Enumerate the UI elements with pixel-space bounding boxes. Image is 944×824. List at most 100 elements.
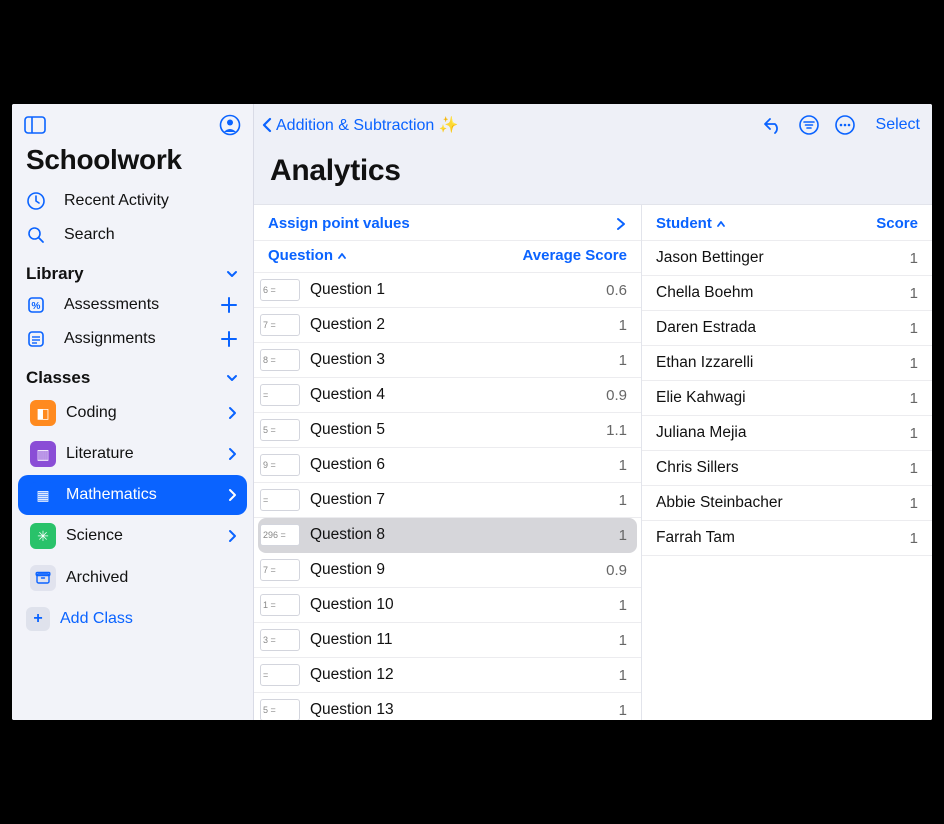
question-label: Question 9 bbox=[310, 561, 606, 579]
question-label: Question 7 bbox=[310, 491, 619, 509]
sidebar-item-label: Archived bbox=[66, 569, 128, 587]
add-icon[interactable] bbox=[219, 295, 239, 315]
back-button[interactable]: Addition & Subtraction ✨ bbox=[260, 115, 459, 135]
add-class-label: Add Class bbox=[60, 610, 133, 628]
question-score: 0.9 bbox=[606, 562, 627, 579]
class-label: Literature bbox=[66, 445, 134, 463]
sidebar-archived[interactable]: Archived bbox=[18, 558, 247, 598]
sidebar-item-label: Assessments bbox=[64, 296, 159, 314]
sidebar: Schoolwork Recent Activity Search Librar… bbox=[12, 104, 254, 720]
question-score: 1 bbox=[619, 702, 627, 719]
sidebar-class-item[interactable]: ▦Mathematics bbox=[18, 475, 247, 515]
student-name: Juliana Mejia bbox=[656, 424, 910, 442]
assign-point-values-button[interactable]: Assign point values bbox=[254, 205, 641, 241]
sidebar-section-library[interactable]: Library bbox=[12, 252, 253, 288]
question-row[interactable]: 3 = Question 111 bbox=[254, 623, 641, 658]
student-row[interactable]: Ethan Izzarelli1 bbox=[642, 346, 932, 381]
question-row[interactable]: 5 = Question 131 bbox=[254, 693, 641, 720]
question-row[interactable]: 7 = Question 90.9 bbox=[254, 553, 641, 588]
question-label: Question 12 bbox=[310, 666, 619, 684]
class-icon: ✳ bbox=[30, 523, 56, 549]
chevron-right-icon bbox=[615, 217, 627, 231]
add-class-button[interactable]: + Add Class bbox=[12, 599, 253, 639]
account-icon[interactable] bbox=[219, 114, 241, 136]
question-score: 1 bbox=[619, 317, 627, 334]
class-icon: ▥ bbox=[30, 441, 56, 467]
sidebar-section-classes[interactable]: Classes bbox=[12, 356, 253, 392]
student-row[interactable]: Chris Sillers1 bbox=[642, 451, 932, 486]
question-row[interactable]: 1 = Question 101 bbox=[254, 588, 641, 623]
student-row[interactable]: Chella Boehm1 bbox=[642, 276, 932, 311]
student-row[interactable]: Juliana Mejia1 bbox=[642, 416, 932, 451]
archived-icon bbox=[30, 565, 56, 591]
student-name: Daren Estrada bbox=[656, 319, 910, 337]
question-row[interactable]: 296 = Question 81 bbox=[258, 518, 637, 553]
question-row[interactable]: = Question 71 bbox=[254, 483, 641, 518]
student-score: 1 bbox=[910, 495, 918, 512]
question-thumbnail: 5 = bbox=[260, 699, 300, 720]
question-thumbnail: 9 = bbox=[260, 454, 300, 476]
question-thumbnail: 5 = bbox=[260, 419, 300, 441]
question-thumbnail: 3 = bbox=[260, 629, 300, 651]
sidebar-item-label: Recent Activity bbox=[64, 192, 169, 210]
question-row[interactable]: = Question 40.9 bbox=[254, 378, 641, 413]
question-thumbnail: = bbox=[260, 664, 300, 686]
assignments-icon bbox=[26, 329, 54, 349]
question-row[interactable]: 6 = Question 10.6 bbox=[254, 273, 641, 308]
students-header[interactable]: Student Score bbox=[642, 205, 932, 241]
student-row[interactable]: Abbie Steinbacher1 bbox=[642, 486, 932, 521]
student-score: 1 bbox=[910, 390, 918, 407]
questions-header[interactable]: Question Average Score bbox=[254, 241, 641, 273]
question-row[interactable]: 5 = Question 51.1 bbox=[254, 413, 641, 448]
sidebar-class-item[interactable]: ◧Coding bbox=[18, 393, 247, 433]
sidebar-library-assignments[interactable]: Assignments bbox=[12, 322, 253, 356]
svg-text:%: % bbox=[32, 301, 41, 312]
question-score: 1 bbox=[619, 352, 627, 369]
question-row[interactable]: 8 = Question 31 bbox=[254, 343, 641, 378]
select-button[interactable]: Select bbox=[876, 116, 920, 134]
sidebar-library-assessments[interactable]: % Assessments bbox=[12, 288, 253, 322]
undo-icon[interactable] bbox=[762, 115, 788, 135]
question-score: 1 bbox=[619, 457, 627, 474]
student-score: 1 bbox=[910, 250, 918, 267]
student-score: 1 bbox=[910, 355, 918, 372]
question-label: Question 1 bbox=[310, 281, 606, 299]
class-label: Science bbox=[66, 527, 123, 545]
chevron-left-icon bbox=[260, 116, 274, 134]
sidebar-recent-activity[interactable]: Recent Activity bbox=[12, 184, 253, 218]
question-row[interactable]: 7 = Question 21 bbox=[254, 308, 641, 343]
question-thumbnail: 1 = bbox=[260, 594, 300, 616]
question-label: Question 6 bbox=[310, 456, 619, 474]
question-score: 0.6 bbox=[606, 282, 627, 299]
question-label: Question 5 bbox=[310, 421, 606, 439]
question-row[interactable]: 9 = Question 61 bbox=[254, 448, 641, 483]
question-score: 1.1 bbox=[606, 422, 627, 439]
main-content: Addition & Subtraction ✨ Select Analytic… bbox=[254, 104, 932, 720]
questions-column: Assign point values Question Average Sco… bbox=[254, 205, 642, 720]
chevron-right-icon bbox=[227, 488, 237, 502]
question-label: Question 13 bbox=[310, 701, 619, 719]
student-row[interactable]: Daren Estrada1 bbox=[642, 311, 932, 346]
question-label: Question 3 bbox=[310, 351, 619, 369]
more-icon[interactable] bbox=[834, 114, 860, 136]
question-header-label: Question bbox=[268, 247, 333, 264]
sidebar-class-item[interactable]: ▥ Literature bbox=[18, 434, 247, 474]
sort-asc-icon bbox=[337, 251, 347, 261]
add-icon[interactable] bbox=[219, 329, 239, 349]
sidebar-toggle-icon[interactable] bbox=[24, 116, 46, 134]
question-row[interactable]: = Question 121 bbox=[254, 658, 641, 693]
plus-icon: + bbox=[26, 607, 50, 631]
sidebar-search[interactable]: Search bbox=[12, 218, 253, 252]
question-list: 6 = Question 10.67 = Question 218 = Ques… bbox=[254, 273, 641, 720]
question-label: Question 11 bbox=[310, 631, 619, 649]
student-row[interactable]: Elie Kahwagi1 bbox=[642, 381, 932, 416]
filter-icon[interactable] bbox=[798, 114, 824, 136]
student-row[interactable]: Farrah Tam1 bbox=[642, 521, 932, 556]
question-score: 1 bbox=[619, 597, 627, 614]
student-row[interactable]: Jason Bettinger1 bbox=[642, 241, 932, 276]
student-name: Abbie Steinbacher bbox=[656, 494, 910, 512]
assign-points-label: Assign point values bbox=[268, 215, 410, 232]
search-icon bbox=[26, 225, 54, 245]
sidebar-class-item[interactable]: ✳ Science bbox=[18, 516, 247, 556]
app-title: Schoolwork bbox=[12, 140, 253, 184]
